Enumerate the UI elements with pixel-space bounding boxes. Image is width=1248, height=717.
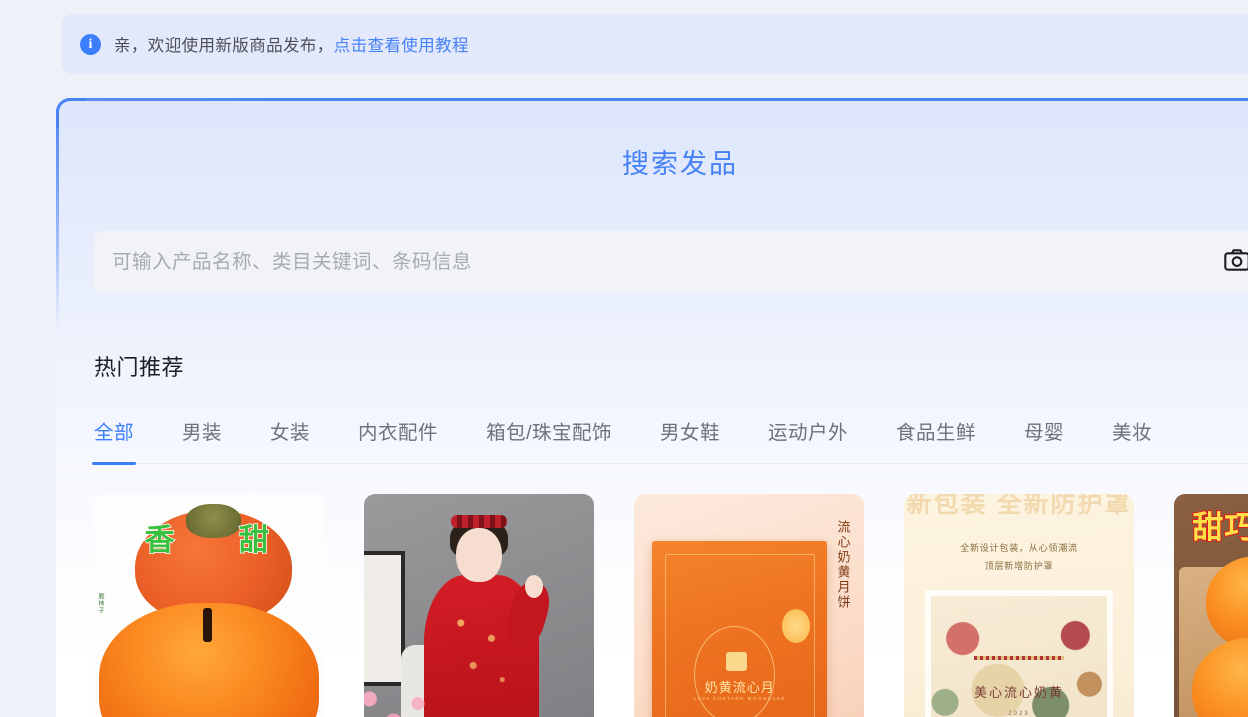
hair-accessory-shape <box>451 514 507 528</box>
tab-underwear-accessories[interactable]: 内衣配件 <box>358 408 438 465</box>
year-text: 2023 <box>1008 711 1030 717</box>
tab-menswear[interactable]: 男装 <box>182 408 222 465</box>
search-publish-panel: 搜索发品 热门推荐 全部 男装 女装 内衣配件 箱包/珠宝配饰 男女鞋 运动户外… <box>56 98 1248 717</box>
section-title-hot-recommend: 热门推荐 <box>94 355 185 380</box>
product-card[interactable]: 新包装 全新防护罩 全新设计包装，从心领潮流 顶层新增防护罩 美心流心奶黄 20… <box>904 494 1134 717</box>
category-tab-bar: 全部 男装 女装 内衣配件 箱包/珠宝配饰 男女鞋 运动户外 食品生鲜 母婴 美… <box>91 408 1248 465</box>
banner-message: 亲，欢迎使用新版商品发布，点击查看使用教程 <box>114 32 469 56</box>
overlay-title-text: 甜巧克力 <box>1191 509 1248 546</box>
info-circle-icon: i <box>80 33 101 55</box>
product-card-list: 香 甜 脆柿子 奶黄流心月 LAVA CUSTARD MOONCAKE 流心奶黄… <box>94 494 1248 717</box>
product-card[interactable]: 奶黄流心月 LAVA CUSTARD MOONCAKE 流心奶黄月饼 <box>634 494 864 717</box>
overlay-text-left: 香 <box>144 523 176 558</box>
persimmon-fruit-image: 香 甜 脆柿子 <box>94 494 324 717</box>
tutorial-link[interactable]: 点击查看使用教程 <box>334 37 469 55</box>
tab-beauty[interactable]: 美妆 <box>1112 408 1152 465</box>
panel-corner-accent <box>56 98 86 128</box>
box-photo-frame: 美心流心奶黄 2023 <box>924 590 1114 717</box>
panel-top-border <box>56 98 1248 101</box>
mooncake-box-shape: 奶黄流心月 LAVA CUSTARD MOONCAKE <box>652 540 828 717</box>
page-title: 搜索发品 <box>622 149 738 179</box>
promo-line-1: 全新设计包装，从心领潮流 <box>960 542 1078 553</box>
panel-left-border <box>56 98 59 328</box>
vertical-label-text: 流心奶黄月饼 <box>835 520 851 610</box>
search-bar[interactable] <box>94 231 1248 293</box>
persimmon-leaf-shape <box>186 504 242 539</box>
product-card[interactable]: 甜巧克力 <box>1174 494 1248 717</box>
tab-maternal-baby[interactable]: 母婴 <box>1024 408 1064 465</box>
search-input[interactable] <box>112 250 1214 274</box>
brand-name-text: 美心流心奶黄 <box>973 684 1064 700</box>
decorative-strip <box>973 655 1065 660</box>
camera-icon[interactable] <box>1224 248 1248 276</box>
face-shape <box>456 527 502 583</box>
tab-sports-outdoor[interactable]: 运动户外 <box>768 408 848 465</box>
sweet-persimmon-tray-image: 甜巧克力 <box>1174 494 1248 717</box>
product-card[interactable]: 香 甜 脆柿子 <box>94 494 324 717</box>
notification-banner: i 亲，欢迎使用新版商品发布，点击查看使用教程 <box>62 14 1248 74</box>
meixin-mooncake-box-image: 新包装 全新防护罩 全新设计包装，从心领潮流 顶层新增防护罩 美心流心奶黄 20… <box>904 494 1134 717</box>
persimmon-stem-shape <box>203 608 213 643</box>
product-card[interactable] <box>364 494 594 717</box>
girl-red-dress-image <box>364 494 594 717</box>
tab-womenswear[interactable]: 女装 <box>270 408 310 465</box>
tab-all[interactable]: 全部 <box>91 408 137 465</box>
top-banner-text: 新包装 全新防护罩 <box>906 494 1132 518</box>
banner-message-text: 亲，欢迎使用新版商品发布， <box>114 37 334 55</box>
picture-frame-prop <box>364 551 406 687</box>
tab-bags-jewelry[interactable]: 箱包/珠宝配饰 <box>486 408 612 465</box>
brand-logo-motif <box>725 651 747 671</box>
tab-shoes[interactable]: 男女鞋 <box>660 408 720 465</box>
moon-circle-motif <box>694 626 775 717</box>
promo-line-2: 顶层新增防护罩 <box>984 561 1054 571</box>
tab-food-fresh[interactable]: 食品生鲜 <box>896 408 976 465</box>
plum-blossom-prop <box>364 670 447 717</box>
overlay-side-tag: 脆柿子 <box>97 592 103 614</box>
sun-circle-motif <box>781 609 810 644</box>
overlay-text-right: 甜 <box>238 523 270 558</box>
box-label-text: 奶黄流心月 <box>704 680 775 696</box>
custard-mooncake-box-image: 奶黄流心月 LAVA CUSTARD MOONCAKE 流心奶黄月饼 <box>634 494 864 717</box>
box-sublabel-text: LAVA CUSTARD MOONCAKE <box>693 696 786 702</box>
